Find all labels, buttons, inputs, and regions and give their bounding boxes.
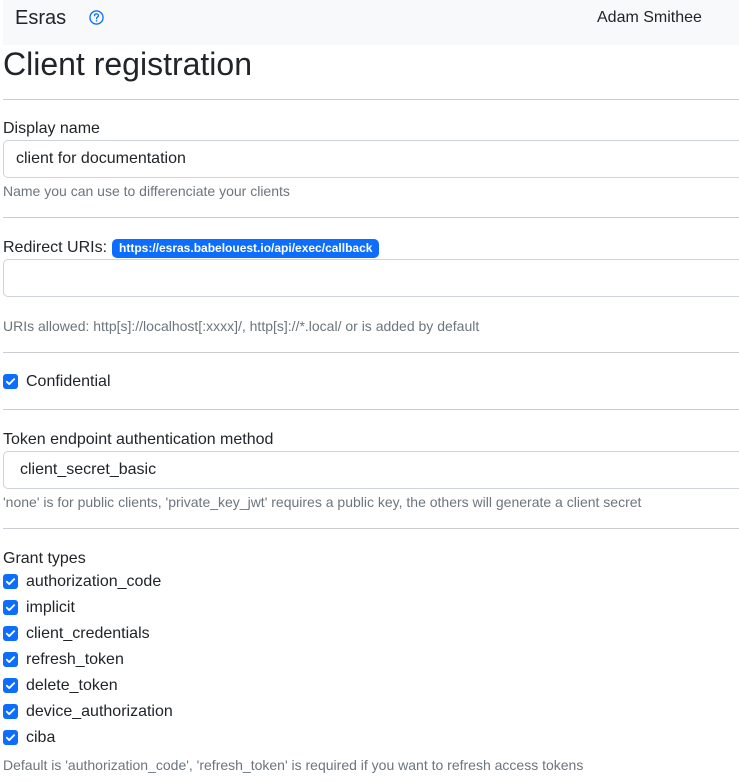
token-auth-method-help: 'none' is for public clients, 'private_k… (3, 494, 642, 510)
grant-types-help: Default is 'authorization_code', 'refres… (3, 757, 584, 773)
checkmark-icon (5, 604, 16, 611)
grant-type-checkbox[interactable] (3, 600, 18, 615)
grant-type-checkbox[interactable] (3, 626, 18, 641)
redirect-uris-help: URIs allowed: http[s]://localhost[:xxxx]… (3, 318, 480, 334)
checkmark-icon (5, 734, 16, 741)
grant-type-checkbox[interactable] (3, 730, 18, 745)
page-title: Client registration (3, 46, 252, 82)
grant-type-checkbox[interactable] (3, 574, 18, 589)
confidential-checkbox[interactable] (3, 374, 18, 389)
grant-type-checkbox[interactable] (3, 652, 18, 667)
checkmark-icon (5, 578, 16, 585)
confidential-label: Confidential (26, 373, 111, 390)
grant-type-label: refresh_token (26, 651, 124, 668)
top-navbar: Esras Adam Smithee (3, 0, 739, 45)
grant-types-label: Grant types (3, 550, 86, 567)
checkmark-icon (5, 630, 16, 637)
divider (3, 409, 739, 410)
token-auth-method-value: client_secret_basic (20, 461, 157, 478)
token-auth-method-label: Token endpoint authentication method (3, 431, 274, 448)
token-auth-method-select[interactable]: client_secret_basic (3, 451, 739, 489)
redirect-uris-label: Redirect URIs: (3, 239, 108, 256)
display-name-input[interactable] (3, 140, 739, 178)
brand-link[interactable]: Esras (15, 6, 66, 30)
question-circle-icon[interactable] (89, 10, 104, 25)
checkmark-icon (5, 682, 16, 689)
display-name-help: Name you can use to differenciate your c… (3, 183, 290, 199)
redirect-uri-badge[interactable]: https://esras.babelouest.io/api/exec/cal… (112, 239, 380, 258)
grant-type-label: authorization_code (26, 573, 162, 590)
checkmark-icon (5, 378, 16, 385)
user-menu[interactable]: Adam Smithee (597, 8, 702, 28)
divider (3, 99, 739, 100)
grant-type-label: delete_token (26, 677, 118, 694)
divider (3, 352, 739, 353)
grant-type-label: implicit (26, 599, 75, 616)
checkmark-icon (5, 708, 16, 715)
redirect-uri-input[interactable] (3, 259, 739, 297)
grant-type-checkbox[interactable] (3, 704, 18, 719)
divider (3, 528, 739, 529)
divider (3, 217, 739, 218)
display-name-label: Display name (3, 120, 100, 137)
checkmark-icon (5, 656, 16, 663)
grant-type-checkbox[interactable] (3, 678, 18, 693)
grant-type-label: device_authorization (26, 703, 173, 720)
grant-type-label: ciba (26, 729, 56, 746)
grant-type-label: client_credentials (26, 625, 150, 642)
